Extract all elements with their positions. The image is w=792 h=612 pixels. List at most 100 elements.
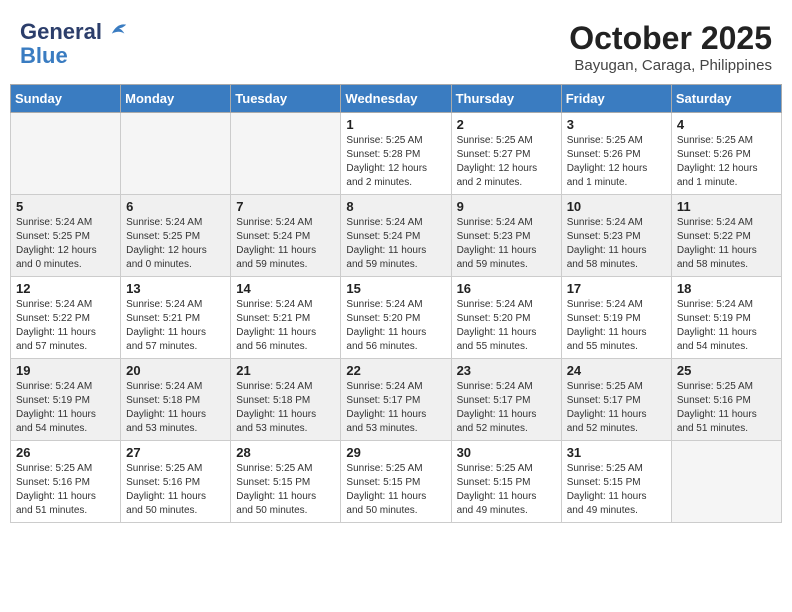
logo-bird-icon	[110, 21, 128, 39]
day-number: 4	[677, 117, 776, 132]
calendar-cell	[11, 113, 121, 195]
calendar-cell: 12 Sunrise: 5:24 AM Sunset: 5:22 PM Dayli…	[11, 277, 121, 359]
day-number: 11	[677, 199, 776, 214]
calendar-cell: 4 Sunrise: 5:25 AM Sunset: 5:26 PM Daylig…	[671, 113, 781, 195]
calendar-cell	[671, 441, 781, 523]
day-info: Sunrise: 5:24 AM Sunset: 5:23 PM Dayligh…	[567, 216, 666, 272]
logo: General Blue	[20, 20, 128, 68]
day-info: Sunrise: 5:25 AM Sunset: 5:28 PM Dayligh…	[346, 134, 445, 190]
weekday-header-sunday: Sunday	[11, 85, 121, 113]
day-info: Sunrise: 5:24 AM Sunset: 5:20 PM Dayligh…	[457, 298, 556, 354]
calendar-cell: 9Sunrise: 5:24 AM Sunset: 5:23 PM Daylig…	[451, 195, 561, 277]
day-number: 23	[457, 363, 556, 378]
day-number: 30	[457, 445, 556, 460]
day-info: Sunrise: 5:25 AM Sunset: 5:15 PM Dayligh…	[346, 462, 445, 518]
day-info: Sunrise: 5:25 AM Sunset: 5:15 PM Dayligh…	[567, 462, 666, 518]
day-number: 20	[126, 363, 225, 378]
weekday-header-row: SundayMondayTuesdayWednesdayThursdayFrid…	[11, 85, 782, 113]
page-header: General Blue October 2025 Bayugan, Carag…	[10, 10, 782, 79]
day-number: 24	[567, 363, 666, 378]
logo-blue: Blue	[20, 44, 128, 68]
calendar-cell: 2 Sunrise: 5:25 AM Sunset: 5:27 PM Daylig…	[451, 113, 561, 195]
day-number: 31	[567, 445, 666, 460]
calendar-cell: 10 Sunrise: 5:24 AM Sunset: 5:23 PM Dayli…	[561, 195, 671, 277]
day-number: 28	[236, 445, 335, 460]
day-info: Sunrise: 5:24 AM Sunset: 5:22 PM Dayligh…	[16, 298, 115, 354]
day-number: 14	[236, 281, 335, 296]
day-number: 27	[126, 445, 225, 460]
weekday-header-thursday: Thursday	[451, 85, 561, 113]
day-info: Sunrise: 5:24 AM Sunset: 5:19 PM Dayligh…	[677, 298, 776, 354]
calendar-table: SundayMondayTuesdayWednesdayThursdayFrid…	[10, 84, 782, 523]
calendar-cell: 29 Sunrise: 5:25 AM Sunset: 5:15 PM Dayli…	[341, 441, 451, 523]
day-info: Sunrise: 5:24 AM Sunset: 5:17 PM Dayligh…	[346, 380, 445, 436]
day-info: Sunrise: 5:24 AM Sunset: 5:24 PM Dayligh…	[236, 216, 335, 272]
calendar-cell: 27 Sunrise: 5:25 AM Sunset: 5:16 PM Dayli…	[121, 441, 231, 523]
day-number: 17	[567, 281, 666, 296]
day-number: 13	[126, 281, 225, 296]
calendar-cell	[121, 113, 231, 195]
calendar-cell: 17 Sunrise: 5:24 AM Sunset: 5:19 PM Dayli…	[561, 277, 671, 359]
day-info: Sunrise: 5:25 AM Sunset: 5:15 PM Dayligh…	[457, 462, 556, 518]
day-info: Sunrise: 5:25 AM Sunset: 5:15 PM Dayligh…	[236, 462, 335, 518]
calendar-cell: 22Sunrise: 5:24 AM Sunset: 5:17 PM Dayli…	[341, 359, 451, 441]
calendar-cell: 30 Sunrise: 5:25 AM Sunset: 5:15 PM Dayli…	[451, 441, 561, 523]
day-number: 5	[16, 199, 115, 214]
weekday-header-saturday: Saturday	[671, 85, 781, 113]
day-info: Sunrise: 5:24 AM Sunset: 5:17 PM Dayligh…	[457, 380, 556, 436]
calendar-cell: 19 Sunrise: 5:24 AM Sunset: 5:19 PM Dayli…	[11, 359, 121, 441]
calendar-cell: 26Sunrise: 5:25 AM Sunset: 5:16 PM Dayli…	[11, 441, 121, 523]
day-info: Sunrise: 5:24 AM Sunset: 5:21 PM Dayligh…	[126, 298, 225, 354]
calendar-cell: 8Sunrise: 5:24 AM Sunset: 5:24 PM Daylig…	[341, 195, 451, 277]
day-number: 10	[567, 199, 666, 214]
day-info: Sunrise: 5:24 AM Sunset: 5:19 PM Dayligh…	[567, 298, 666, 354]
day-info: Sunrise: 5:24 AM Sunset: 5:24 PM Dayligh…	[346, 216, 445, 272]
calendar-cell: 18 Sunrise: 5:24 AM Sunset: 5:19 PM Dayli…	[671, 277, 781, 359]
title-block: October 2025 Bayugan, Caraga, Philippine…	[569, 20, 772, 74]
calendar-week-row: 5 Sunrise: 5:24 AM Sunset: 5:25 PM Daylig…	[11, 195, 782, 277]
day-info: Sunrise: 5:24 AM Sunset: 5:23 PM Dayligh…	[457, 216, 556, 272]
day-number: 29	[346, 445, 445, 460]
weekday-header-tuesday: Tuesday	[231, 85, 341, 113]
calendar-cell: 11Sunrise: 5:24 AM Sunset: 5:22 PM Dayli…	[671, 195, 781, 277]
day-info: Sunrise: 5:24 AM Sunset: 5:19 PM Dayligh…	[16, 380, 115, 436]
day-info: Sunrise: 5:24 AM Sunset: 5:18 PM Dayligh…	[126, 380, 225, 436]
calendar-cell: 24 Sunrise: 5:25 AM Sunset: 5:17 PM Dayli…	[561, 359, 671, 441]
day-number: 3	[567, 117, 666, 132]
calendar-cell: 14 Sunrise: 5:24 AM Sunset: 5:21 PM Dayli…	[231, 277, 341, 359]
calendar-week-row: 1 Sunrise: 5:25 AM Sunset: 5:28 PM Daylig…	[11, 113, 782, 195]
day-info: Sunrise: 5:25 AM Sunset: 5:17 PM Dayligh…	[567, 380, 666, 436]
weekday-header-monday: Monday	[121, 85, 231, 113]
day-info: Sunrise: 5:25 AM Sunset: 5:26 PM Dayligh…	[567, 134, 666, 190]
day-info: Sunrise: 5:25 AM Sunset: 5:16 PM Dayligh…	[16, 462, 115, 518]
month-title: October 2025	[569, 20, 772, 57]
day-info: Sunrise: 5:24 AM Sunset: 5:25 PM Dayligh…	[126, 216, 225, 272]
day-number: 25	[677, 363, 776, 378]
day-number: 18	[677, 281, 776, 296]
day-number: 7	[236, 199, 335, 214]
weekday-header-friday: Friday	[561, 85, 671, 113]
calendar-cell: 15Sunrise: 5:24 AM Sunset: 5:20 PM Dayli…	[341, 277, 451, 359]
day-number: 16	[457, 281, 556, 296]
day-number: 19	[16, 363, 115, 378]
calendar-week-row: 12 Sunrise: 5:24 AM Sunset: 5:22 PM Dayli…	[11, 277, 782, 359]
logo-text: General	[20, 20, 128, 44]
calendar-cell: 3 Sunrise: 5:25 AM Sunset: 5:26 PM Daylig…	[561, 113, 671, 195]
day-info: Sunrise: 5:25 AM Sunset: 5:26 PM Dayligh…	[677, 134, 776, 190]
calendar-cell: 28 Sunrise: 5:25 AM Sunset: 5:15 PM Dayli…	[231, 441, 341, 523]
calendar-cell: 5Sunrise: 5:24 AM Sunset: 5:25 PM Daylig…	[11, 195, 121, 277]
day-number: 12	[16, 281, 115, 296]
calendar-cell: 31 Sunrise: 5:25 AM Sunset: 5:15 PM Dayli…	[561, 441, 671, 523]
day-info: Sunrise: 5:25 AM Sunset: 5:27 PM Dayligh…	[457, 134, 556, 190]
day-info: Sunrise: 5:25 AM Sunset: 5:16 PM Dayligh…	[126, 462, 225, 518]
day-number: 6	[126, 199, 225, 214]
day-number: 2	[457, 117, 556, 132]
calendar-week-row: 26Sunrise: 5:25 AM Sunset: 5:16 PM Dayli…	[11, 441, 782, 523]
day-info: Sunrise: 5:24 AM Sunset: 5:21 PM Dayligh…	[236, 298, 335, 354]
calendar-cell: 16 Sunrise: 5:24 AM Sunset: 5:20 PM Dayli…	[451, 277, 561, 359]
calendar-cell: 21Sunrise: 5:24 AM Sunset: 5:18 PM Dayli…	[231, 359, 341, 441]
day-number: 1	[346, 117, 445, 132]
location: Bayugan, Caraga, Philippines	[569, 57, 772, 74]
day-info: Sunrise: 5:24 AM Sunset: 5:18 PM Dayligh…	[236, 380, 335, 436]
calendar-cell: 13 Sunrise: 5:24 AM Sunset: 5:21 PM Dayli…	[121, 277, 231, 359]
